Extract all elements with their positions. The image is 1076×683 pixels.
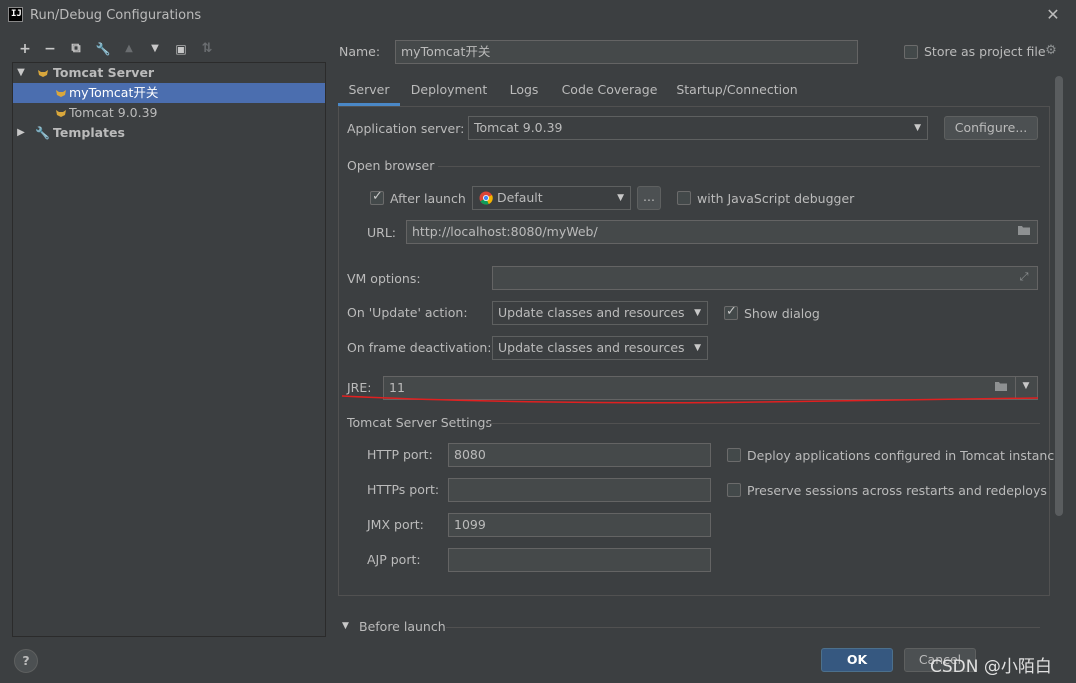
- chevron-down-icon: ▼: [617, 193, 624, 203]
- tree-group-tomcat-server[interactable]: ▼ Tomcat Server: [13, 63, 325, 83]
- on-frame-deactivation-label: On frame deactivation:: [347, 340, 492, 355]
- store-as-project-checkbox[interactable]: [904, 45, 918, 59]
- configure-button[interactable]: Configure...: [944, 116, 1038, 140]
- close-icon[interactable]: ✕: [1044, 5, 1062, 25]
- vm-options-input[interactable]: [492, 266, 1038, 290]
- js-debugger-checkbox[interactable]: [677, 191, 691, 205]
- tab-deployment[interactable]: Deployment: [408, 78, 490, 106]
- ajp-port-label: AJP port:: [367, 552, 421, 567]
- intellij-app-icon: IJ: [8, 7, 23, 22]
- csdn-watermark: CSDN @小陌白: [930, 657, 1052, 677]
- on-update-value: Update classes and resources: [498, 305, 685, 320]
- remove-icon[interactable]: −: [41, 40, 59, 58]
- deploy-apps-label: Deploy applications configured in Tomcat…: [747, 448, 1062, 463]
- tomcat-settings-label: Tomcat Server Settings: [347, 415, 492, 430]
- https-port-input[interactable]: [448, 478, 711, 502]
- show-dialog-label: Show dialog: [744, 306, 820, 321]
- tree-item-label: Tomcat 9.0.39: [69, 105, 158, 120]
- sort-icon[interactable]: ⇅: [198, 40, 216, 58]
- chevron-down-icon: ▼: [694, 343, 701, 353]
- browser-select[interactable]: Default ▼: [472, 186, 631, 210]
- folder-icon[interactable]: [1016, 224, 1032, 240]
- tomcat-icon: [56, 110, 66, 117]
- jmx-port-input[interactable]: 1099: [448, 513, 711, 537]
- http-port-input[interactable]: 8080: [448, 443, 711, 467]
- tomcat-icon: [38, 70, 48, 77]
- tomcat-icon: [56, 90, 66, 97]
- move-up-icon[interactable]: ▲: [120, 40, 138, 58]
- tree-group-label: Tomcat Server: [53, 65, 155, 80]
- separator: [446, 627, 1040, 628]
- copy-icon[interactable]: ⧉: [67, 40, 85, 58]
- browser-value: Default: [497, 190, 543, 205]
- wrench-icon: 🔧: [35, 126, 50, 140]
- tab-startup-connection[interactable]: Startup/Connection: [675, 78, 799, 106]
- deploy-apps-checkbox[interactable]: [727, 448, 741, 462]
- tab-code-coverage[interactable]: Code Coverage: [558, 78, 661, 106]
- preserve-sessions-label: Preserve sessions across restarts and re…: [747, 483, 1047, 498]
- preserve-sessions-checkbox[interactable]: [727, 483, 741, 497]
- app-server-value: Tomcat 9.0.39: [474, 120, 563, 135]
- on-frame-value: Update classes and resources: [498, 340, 685, 355]
- app-server-select[interactable]: Tomcat 9.0.39 ▼: [468, 116, 928, 140]
- url-label: URL:: [367, 225, 397, 240]
- browser-more-button[interactable]: ...: [637, 186, 661, 210]
- ajp-port-input[interactable]: [448, 548, 711, 572]
- configuration-tree[interactable]: ▼ Tomcat Server myTomcat开关 Tomcat 9.0.39…: [12, 62, 326, 637]
- name-input[interactable]: myTomcat开关: [395, 40, 858, 64]
- chevron-down-icon: ▼: [694, 308, 701, 318]
- on-frame-deactivation-select[interactable]: Update classes and resources ▼: [492, 336, 708, 360]
- tree-item-label: myTomcat开关: [69, 85, 159, 100]
- js-debugger-label: with JavaScript debugger: [697, 191, 855, 206]
- url-input[interactable]: http://localhost:8080/myWeb/: [406, 220, 1038, 244]
- expand-caret-icon[interactable]: ▼: [15, 63, 27, 83]
- https-port-label: HTTPs port:: [367, 482, 440, 497]
- open-browser-label: Open browser: [347, 158, 435, 173]
- tree-item-tomcat-9[interactable]: Tomcat 9.0.39: [13, 103, 325, 123]
- tree-group-label: Templates: [53, 125, 125, 140]
- jmx-port-label: JMX port:: [367, 517, 424, 532]
- on-update-select[interactable]: Update classes and resources ▼: [492, 301, 708, 325]
- gear-icon[interactable]: ⚙: [1043, 43, 1059, 59]
- chevron-down-icon: ▼: [914, 123, 921, 133]
- tree-group-templates[interactable]: ▶ 🔧 Templates: [13, 123, 325, 143]
- scrollbar-thumb[interactable]: [1055, 76, 1063, 516]
- tab-logs[interactable]: Logs: [504, 78, 544, 106]
- separator: [488, 423, 1040, 424]
- expand-caret-icon[interactable]: ▼: [342, 621, 349, 631]
- show-dialog-checkbox[interactable]: [724, 304, 738, 320]
- name-label: Name:: [339, 44, 381, 59]
- collapse-caret-icon[interactable]: ▶: [15, 123, 27, 143]
- add-icon[interactable]: +: [16, 40, 34, 58]
- after-launch-label: After launch: [390, 191, 466, 206]
- on-update-label: On 'Update' action:: [347, 305, 468, 320]
- red-annotation-underline: [341, 395, 1039, 404]
- ok-button[interactable]: OK: [821, 648, 893, 672]
- move-down-icon[interactable]: ▼: [146, 40, 164, 58]
- tab-server[interactable]: Server: [338, 78, 400, 106]
- vm-options-label: VM options:: [347, 271, 421, 286]
- separator: [438, 166, 1040, 167]
- app-server-label: Application server:: [347, 121, 465, 136]
- store-as-project-label: Store as project file: [924, 44, 1046, 59]
- http-port-label: HTTP port:: [367, 447, 433, 462]
- chrome-icon: [479, 191, 493, 205]
- wrench-icon[interactable]: 🔧: [94, 40, 112, 58]
- after-launch-checkbox[interactable]: [370, 189, 384, 205]
- window-title: Run/Debug Configurations: [30, 8, 202, 23]
- before-launch-label[interactable]: Before launch: [359, 619, 446, 634]
- new-folder-icon[interactable]: ▣: [172, 40, 190, 58]
- help-icon[interactable]: ?: [14, 649, 38, 673]
- tree-item-mytomcat[interactable]: myTomcat开关: [13, 83, 325, 103]
- expand-icon[interactable]: ⤢: [1017, 270, 1031, 284]
